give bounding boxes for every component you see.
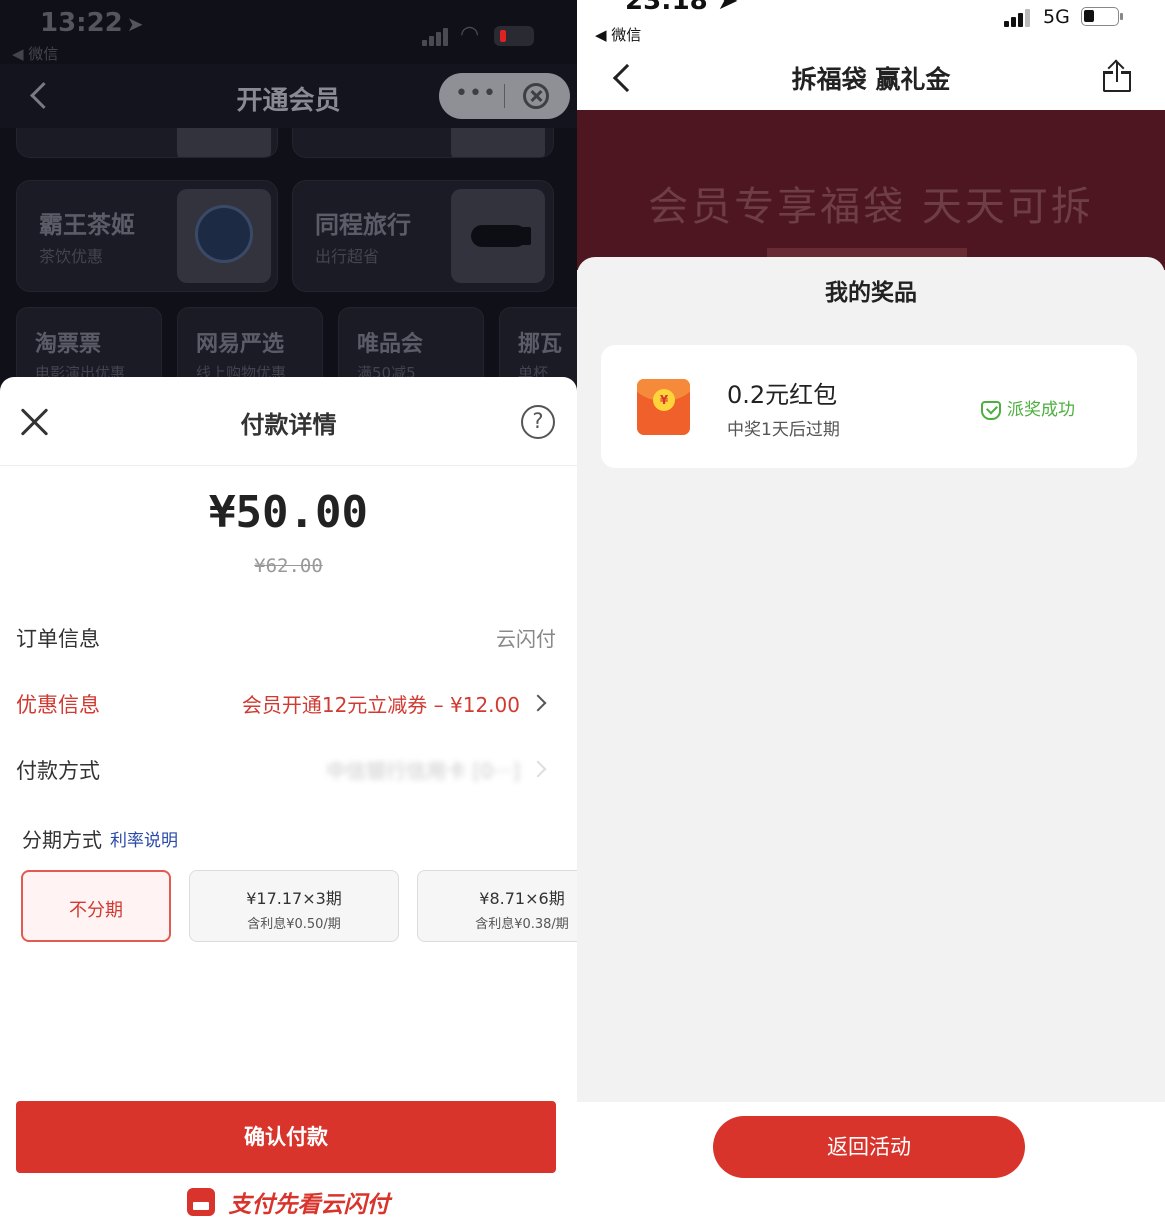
bg-card-title: 同程旅行 bbox=[315, 211, 411, 239]
back-to-wechat-link[interactable]: ◀ 微信 bbox=[12, 43, 58, 64]
back-to-wechat-link[interactable]: ◀ 微信 bbox=[595, 24, 641, 45]
installment-option-none[interactable]: 不分期 bbox=[21, 870, 171, 942]
shield-check-icon bbox=[981, 400, 1001, 420]
signal-icon bbox=[422, 28, 450, 46]
installment-option-6[interactable]: ¥8.71×6期 含利息¥0.38/期 bbox=[417, 870, 577, 942]
option-label: ¥8.71×6期 bbox=[479, 889, 565, 908]
prize-name: 0.2元红包 bbox=[727, 381, 838, 409]
bg-card-image bbox=[177, 128, 271, 157]
banner-text: 会员专享福袋 天天可拆 bbox=[648, 184, 1094, 230]
bg-card-bawang[interactable]: 霸王茶姬 茶饮优惠 bbox=[16, 180, 278, 292]
mini-program-capsule: ••• bbox=[439, 73, 570, 119]
bg-card-title: 唯品会 bbox=[357, 332, 424, 357]
order-info-row: 订单信息 云闪付 bbox=[16, 617, 556, 657]
capsule-divider bbox=[504, 84, 505, 108]
bg-card-partial bbox=[292, 128, 554, 158]
bg-card-sub: 茶饮优惠 bbox=[39, 247, 104, 266]
payment-sheet: 付款详情 ? ¥50.00 ¥62.00 订单信息 云闪付 优惠信息 会员开通1… bbox=[0, 377, 577, 1224]
option-interest: 含利息¥0.50/期 bbox=[247, 917, 341, 932]
order-info-value: 云闪付 bbox=[496, 627, 556, 651]
discount-value: 会员开通12元立减券 – ¥12.00 bbox=[241, 693, 520, 717]
payment-method-label: 付款方式 bbox=[16, 759, 100, 783]
bg-card-title: 挪瓦 bbox=[518, 332, 563, 357]
bg-card-title: 网易严选 bbox=[196, 332, 285, 357]
bg-card-tongcheng[interactable]: 同程旅行 出行超省 bbox=[292, 180, 554, 292]
page-title: 拆福袋 赢礼金 bbox=[791, 65, 951, 94]
activity-banner: 会员专享福袋 天天可拆 bbox=[577, 110, 1165, 270]
payment-screen: 13:22 ➤ ◀ 微信 ◠ 开通会员 ••• 霸王茶姬 茶饮优惠 同程旅行 出行… bbox=[0, 0, 577, 1224]
battery-icon bbox=[1081, 7, 1123, 26]
panel-title: 我的奖品 bbox=[825, 280, 917, 306]
original-amount: ¥62.00 bbox=[254, 555, 323, 577]
return-to-activity-button[interactable]: 返回活动 bbox=[713, 1116, 1025, 1178]
option-label: 不分期 bbox=[69, 900, 123, 921]
header: 23:18 ➤ ◀ 微信 5G 拆福袋 赢礼金 bbox=[577, 0, 1165, 110]
brand-slogan: 支付先看云闪付 bbox=[228, 1191, 390, 1218]
share-icon[interactable] bbox=[1103, 59, 1131, 92]
unionpay-logo-icon bbox=[187, 1188, 216, 1216]
nav-bar: 开通会员 ••• bbox=[0, 64, 577, 128]
chevron-right-icon bbox=[529, 760, 547, 778]
bg-card-sub: 出行超省 bbox=[315, 247, 380, 266]
payment-method-value: 中信银行信用卡 [0···] bbox=[326, 759, 520, 783]
close-circle-icon[interactable] bbox=[523, 83, 549, 109]
order-info-label: 订单信息 bbox=[16, 627, 100, 651]
status-time: 13:22 ➤ bbox=[40, 8, 144, 38]
signal-icon bbox=[1004, 9, 1032, 27]
payment-amount: ¥50.00 bbox=[209, 487, 368, 538]
discount-row[interactable]: 优惠信息 会员开通12元立减券 – ¥12.00 bbox=[16, 683, 556, 723]
more-icon[interactable]: ••• bbox=[455, 81, 497, 106]
help-icon[interactable]: ? bbox=[521, 405, 555, 439]
blimp-image bbox=[451, 189, 545, 283]
payment-method-row[interactable]: 付款方式 中信银行信用卡 [0···] bbox=[16, 749, 556, 789]
status-time: 23:18 ➤ bbox=[625, 0, 739, 16]
red-envelope-icon: ¥ bbox=[637, 379, 690, 435]
installment-option-3[interactable]: ¥17.17×3期 含利息¥0.50/期 bbox=[189, 870, 399, 942]
sheet-title: 付款详情 bbox=[240, 411, 337, 439]
installment-title: 分期方式 bbox=[22, 828, 102, 852]
bg-card-image bbox=[451, 128, 545, 157]
wifi-icon: ◠ bbox=[460, 22, 480, 47]
battery-icon bbox=[494, 26, 534, 46]
network-type: 5G bbox=[1043, 6, 1070, 28]
bg-card-partial bbox=[16, 128, 278, 158]
bg-card-title: 淘票票 bbox=[35, 332, 102, 357]
bg-card-title: 霸王茶姬 bbox=[39, 211, 135, 239]
bottom-bar: 返回活动 bbox=[577, 1102, 1165, 1224]
discount-label: 优惠信息 bbox=[16, 693, 100, 717]
option-label: ¥17.17×3期 bbox=[246, 889, 342, 908]
status-bar: 13:22 ➤ ◀ 微信 ◠ bbox=[0, 0, 577, 64]
brand-footer: 支付先看云闪付 bbox=[0, 1185, 577, 1219]
my-prizes-panel: 我的奖品 ¥ 0.2元红包 中奖1天后过期 派奖成功 bbox=[577, 257, 1165, 1102]
option-interest: 含利息¥0.38/期 bbox=[475, 917, 569, 932]
confirm-payment-button[interactable]: 确认付款 bbox=[16, 1101, 556, 1173]
divider bbox=[0, 465, 577, 466]
prize-expire: 中奖1天后过期 bbox=[727, 420, 840, 440]
prize-card: ¥ 0.2元红包 中奖1天后过期 派奖成功 bbox=[601, 345, 1137, 468]
chevron-right-icon bbox=[529, 694, 547, 712]
prize-screen: 23:18 ➤ ◀ 微信 5G 拆福袋 赢礼金 会员专享福袋 天天可拆 我的奖品… bbox=[577, 0, 1165, 1224]
rate-info-link[interactable]: 利率说明 bbox=[110, 826, 178, 851]
opera-mask-image bbox=[177, 189, 271, 283]
prize-status: 派奖成功 bbox=[981, 395, 1075, 420]
